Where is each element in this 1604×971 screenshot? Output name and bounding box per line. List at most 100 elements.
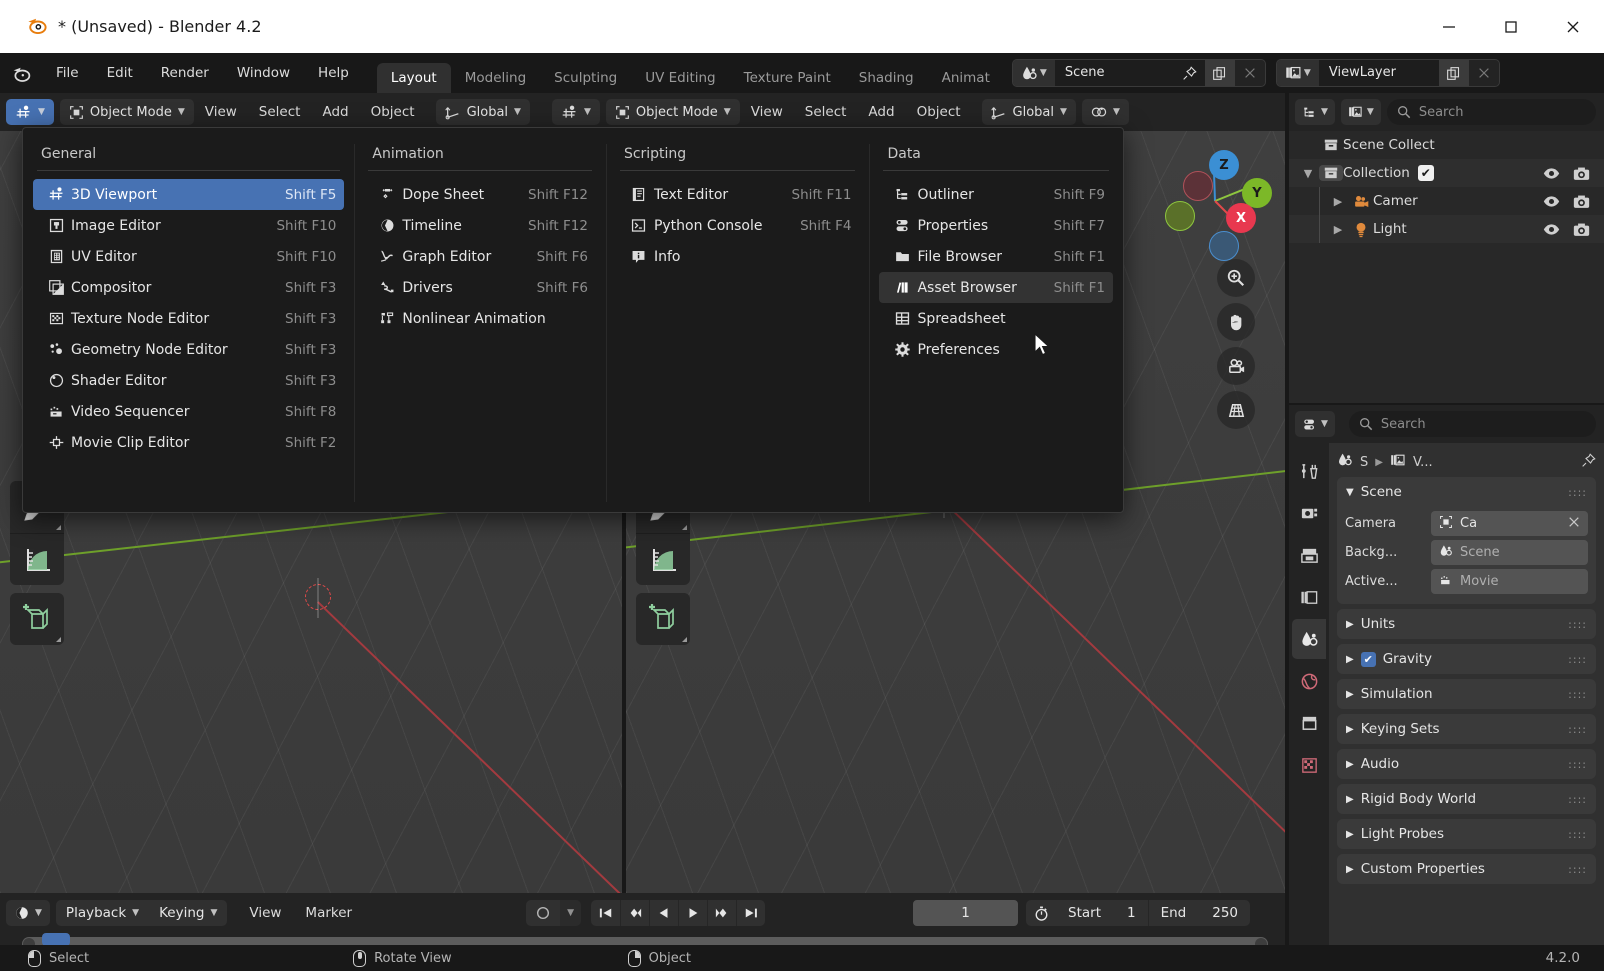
camera-render-icon[interactable] — [1566, 166, 1596, 181]
add-cube-tool-left[interactable] — [10, 593, 64, 645]
properties-search-input[interactable]: Search — [1348, 411, 1596, 437]
panel-gravity[interactable]: ▶ ✔ Gravity :::: — [1337, 644, 1596, 674]
viewport-menu-select-right[interactable]: Select — [794, 99, 858, 125]
orthographic-icon[interactable] — [1217, 391, 1255, 429]
panel-keying-sets[interactable]: ▶ Keying Sets :::: — [1337, 714, 1596, 744]
panel-units[interactable]: ▶ Units :::: — [1337, 609, 1596, 639]
properties-tab-view-layer[interactable] — [1292, 577, 1326, 617]
pin-icon[interactable] — [1174, 60, 1205, 86]
maximize-button[interactable] — [1480, 0, 1542, 53]
properties-tab-tool[interactable] — [1292, 451, 1326, 491]
viewport-menu-add-right[interactable]: Add — [857, 99, 905, 125]
collection-checkbox[interactable]: ✔ — [1417, 165, 1434, 181]
chevron-down-icon[interactable]: ▼ — [1297, 167, 1319, 180]
eye-icon[interactable] — [1536, 167, 1566, 180]
menu-edit[interactable]: Edit — [93, 59, 147, 87]
gizmo-ball-x[interactable]: X — [1226, 203, 1256, 233]
panel-header-gravity[interactable]: ▶ ✔ Gravity :::: — [1337, 644, 1596, 674]
camera-render-icon[interactable] — [1566, 194, 1596, 209]
editor-type-dropdown[interactable]: General 3D Viewport Shift F5 Image Edito… — [22, 127, 1124, 513]
panel-grip[interactable]: :::: — [1568, 793, 1587, 806]
menu-item-geometry-node-editor[interactable]: Geometry Node Editor Shift F3 — [33, 334, 344, 365]
menu-item-compositor[interactable]: Compositor Shift F3 — [33, 272, 344, 303]
timeline-menu-view[interactable]: View — [237, 905, 293, 921]
panel-rigid-body-world[interactable]: ▶ Rigid Body World :::: — [1337, 784, 1596, 814]
menu-item-properties[interactable]: Properties Shift F7 — [879, 210, 1113, 241]
menu-item-drivers[interactable]: Drivers Shift F6 — [364, 272, 596, 303]
close-button[interactable] — [1542, 0, 1604, 53]
eye-icon[interactable] — [1536, 223, 1566, 236]
panel-header-keying-sets[interactable]: ▶ Keying Sets :::: — [1337, 714, 1596, 744]
play-button[interactable] — [678, 900, 707, 926]
viewport-menu-view-right[interactable]: View — [740, 99, 794, 125]
workspace-tab-texture-paint[interactable]: Texture Paint — [730, 63, 845, 93]
properties-tab-render[interactable] — [1292, 493, 1326, 533]
menu-item-file-browser[interactable]: File Browser Shift F1 — [879, 241, 1113, 272]
menu-item-texture-node-editor[interactable]: Texture Node Editor Shift F3 — [33, 303, 344, 334]
chevron-right-icon[interactable]: ▶ — [1327, 195, 1349, 208]
snapping-icon[interactable]: ▼ — [1081, 99, 1129, 125]
menu-item-movie-clip-editor[interactable]: Movie Clip Editor Shift F2 — [33, 427, 344, 458]
auto-keyframe-button[interactable] — [526, 900, 561, 926]
gravity-checkbox[interactable]: ✔ — [1360, 651, 1376, 667]
menu-item-info[interactable]: Info — [616, 241, 860, 272]
eye-icon[interactable] — [1536, 195, 1566, 208]
outliner-row-collection[interactable]: ▼ Collection ✔ — [1289, 159, 1604, 187]
editor-type-button-right[interactable]: ▼ — [551, 99, 600, 125]
outliner-row-camera[interactable]: ▶ Camer — [1289, 187, 1604, 215]
workspace-tab-shading[interactable]: Shading — [845, 63, 928, 93]
panel-grip[interactable]: :::: — [1568, 653, 1587, 666]
measure-tool-left[interactable] — [10, 533, 64, 585]
panel-header-units[interactable]: ▶ Units :::: — [1337, 609, 1596, 639]
menu-item-preferences[interactable]: Preferences — [879, 334, 1113, 365]
timeline-menu-marker[interactable]: Marker — [293, 905, 364, 921]
menu-item-video-sequencer[interactable]: Video Sequencer Shift F8 — [33, 396, 344, 427]
play-reverse-button[interactable] — [649, 900, 678, 926]
add-cube-tool-right[interactable] — [636, 593, 690, 645]
viewport-menu-view-left[interactable]: View — [194, 99, 248, 125]
panel-grip[interactable]: :::: — [1568, 723, 1587, 736]
properties-tab-scene[interactable] — [1292, 619, 1326, 659]
workspace-tab-layout[interactable]: Layout — [376, 63, 451, 93]
minimize-button[interactable] — [1418, 0, 1480, 53]
timeline-menu-keying[interactable]: Keying ▼ — [149, 900, 228, 926]
auto-keyframe-dropdown[interactable]: ▼ — [560, 900, 582, 926]
pin-icon[interactable] — [1581, 452, 1596, 472]
gizmo-ball-neg-z[interactable] — [1209, 231, 1239, 261]
menu-item-shader-editor[interactable]: Shader Editor Shift F3 — [33, 365, 344, 396]
menu-item-spreadsheet[interactable]: Spreadsheet — [879, 303, 1113, 334]
prop-field-active-clip[interactable]: Movie — [1431, 569, 1588, 594]
current-frame-field[interactable]: 1 — [913, 900, 1019, 926]
viewport-menu-add-left[interactable]: Add — [311, 99, 359, 125]
clear-camera-icon[interactable] — [1568, 516, 1580, 532]
menu-help[interactable]: Help — [304, 59, 363, 87]
workspace-tab-uv-editing[interactable]: UV Editing — [631, 63, 729, 93]
blender-menu-icon[interactable] — [0, 63, 42, 84]
unlink-scene-icon[interactable] — [1234, 60, 1265, 86]
camera-render-icon[interactable] — [1566, 222, 1596, 237]
menu-item-python-console[interactable]: Python Console Shift F4 — [616, 210, 860, 241]
panel-audio[interactable]: ▶ Audio :::: — [1337, 749, 1596, 779]
outliner-row-scene-collection[interactable]: Scene Collect — [1289, 131, 1604, 159]
viewport-menu-object-right[interactable]: Object — [906, 99, 972, 125]
new-viewlayer-icon[interactable] — [1438, 60, 1469, 86]
menu-item-nonlinear-animation[interactable]: Nonlinear Animation — [364, 303, 596, 334]
menu-item-3d-viewport[interactable]: 3D Viewport Shift F5 — [33, 179, 345, 210]
workspace-tab-animation[interactable]: Animat — [928, 63, 1004, 93]
workspace-tab-modeling[interactable]: Modeling — [451, 63, 540, 93]
menu-window[interactable]: Window — [223, 59, 304, 87]
outliner-search-input[interactable]: Search — [1386, 99, 1596, 125]
timeline-editor-type-icon[interactable]: ▼ — [6, 900, 50, 926]
menu-item-timeline[interactable]: Timeline Shift F12 — [364, 210, 596, 241]
panel-light-probes[interactable]: ▶ Light Probes :::: — [1337, 819, 1596, 849]
gizmo-ball-neg-y[interactable] — [1165, 201, 1195, 231]
menu-item-image-editor[interactable]: Image Editor Shift F10 — [33, 210, 344, 241]
panel-grip[interactable]: :::: — [1568, 828, 1587, 841]
viewlayer-name[interactable]: ViewLayer — [1318, 60, 1439, 86]
editor-type-button-left[interactable]: ▼ — [6, 99, 54, 125]
menu-item-graph-editor[interactable]: Graph Editor Shift F6 — [364, 241, 596, 272]
properties-tab-texture[interactable] — [1292, 745, 1326, 785]
viewlayer-icon[interactable]: ▼ — [1276, 60, 1319, 86]
panel-header-scene[interactable]: ▼ Scene :::: — [1337, 477, 1596, 507]
outliner-editor-type-icon[interactable]: ▼ — [1295, 99, 1335, 125]
